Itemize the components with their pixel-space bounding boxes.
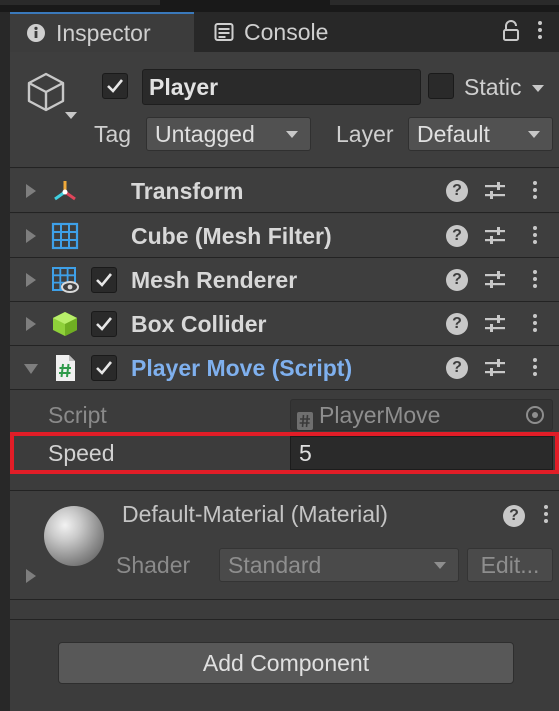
- foldout-arrow-icon[interactable]: [26, 569, 36, 583]
- help-icon[interactable]: ?: [446, 269, 468, 291]
- foldout-arrow-icon[interactable]: [26, 273, 36, 287]
- script-label: Script: [48, 402, 107, 428]
- help-icon[interactable]: ?: [446, 313, 468, 335]
- transform-icon: [51, 177, 79, 205]
- speed-property-row: Speed 5: [10, 432, 559, 474]
- script-property-row: Script PlayerMove: [10, 395, 559, 435]
- component-menu-icon[interactable]: [532, 270, 538, 288]
- script-icon: [51, 354, 79, 382]
- foldout-arrow-icon[interactable]: [26, 184, 36, 198]
- presets-icon[interactable]: [484, 314, 506, 339]
- object-header: Player Static Tag Untagged Layer Default: [10, 52, 559, 168]
- chevron-down-icon: [434, 562, 446, 569]
- help-icon[interactable]: ?: [446, 357, 468, 379]
- object-picker-icon[interactable]: [526, 406, 544, 424]
- tag-value: Untagged: [155, 121, 255, 147]
- divider: [10, 619, 559, 620]
- shader-dropdown[interactable]: Standard: [219, 548, 459, 582]
- component-menu-icon[interactable]: [532, 358, 538, 376]
- tab-console[interactable]: Console: [210, 12, 360, 52]
- component-mesh-renderer[interactable]: Mesh Renderer ?: [10, 258, 559, 302]
- active-checkbox[interactable]: [102, 73, 128, 99]
- component-menu-icon[interactable]: [532, 314, 538, 332]
- help-icon[interactable]: ?: [503, 505, 525, 527]
- component-menu-icon[interactable]: [532, 226, 538, 244]
- tab-inspector-label: Inspector: [56, 19, 151, 46]
- tab-inspector[interactable]: Inspector: [10, 12, 194, 52]
- tag-dropdown[interactable]: Untagged: [146, 117, 311, 151]
- static-dropdown[interactable]: Static: [464, 74, 544, 101]
- script-value: PlayerMove: [319, 402, 441, 428]
- presets-icon[interactable]: [484, 226, 506, 251]
- inspector-panel: Player Static Tag Untagged Layer Default…: [10, 52, 559, 711]
- layer-label: Layer: [336, 121, 394, 147]
- component-transform[interactable]: Transform ?: [10, 169, 559, 213]
- presets-icon[interactable]: [484, 181, 506, 206]
- tab-menu-icon[interactable]: [537, 21, 543, 39]
- top-strip-segment: [330, 0, 559, 5]
- icon-dropdown-caret[interactable]: [65, 112, 77, 119]
- layer-dropdown[interactable]: Default: [408, 117, 553, 151]
- script-object-field[interactable]: PlayerMove: [290, 399, 553, 431]
- presets-icon[interactable]: [484, 270, 506, 295]
- component-name: Player Move (Script): [131, 355, 353, 381]
- foldout-arrow-icon[interactable]: [26, 317, 36, 331]
- presets-icon[interactable]: [484, 358, 506, 383]
- foldout-arrow-icon[interactable]: [26, 229, 36, 243]
- static-checkbox[interactable]: [428, 73, 454, 99]
- tag-label: Tag: [94, 121, 132, 147]
- shader-value: Standard: [228, 552, 322, 578]
- component-name: Box Collider: [131, 311, 267, 337]
- add-component-button[interactable]: Add Component: [58, 642, 514, 684]
- lock-icon[interactable]: [501, 20, 521, 47]
- layer-value: Default: [417, 121, 490, 147]
- component-mesh-filter[interactable]: Cube (Mesh Filter) ?: [10, 214, 559, 258]
- gameobject-cube-icon[interactable]: [24, 70, 68, 119]
- object-name-field[interactable]: Player: [142, 69, 421, 105]
- help-icon[interactable]: ?: [446, 225, 468, 247]
- material-menu-icon[interactable]: [543, 505, 549, 523]
- help-icon[interactable]: ?: [446, 180, 468, 202]
- info-icon: [26, 23, 46, 43]
- edit-shader-button[interactable]: Edit...: [467, 548, 553, 582]
- component-box-collider[interactable]: Box Collider ?: [10, 302, 559, 346]
- shader-label: Shader: [116, 552, 191, 578]
- mesh-renderer-icon: [51, 266, 79, 294]
- tab-console-label: Console: [244, 18, 329, 45]
- component-enabled-checkbox[interactable]: [91, 311, 117, 337]
- component-enabled-checkbox[interactable]: [91, 355, 117, 381]
- component-name: Transform: [131, 178, 244, 204]
- component-name: Mesh Renderer: [131, 267, 298, 293]
- speed-label: Speed: [48, 440, 115, 466]
- chevron-down-icon: [286, 131, 298, 138]
- material-preview-sphere: [44, 506, 104, 566]
- component-menu-icon[interactable]: [532, 181, 538, 199]
- foldout-arrow-icon[interactable]: [24, 364, 38, 374]
- material-section: Default-Material (Material) ? Shader Sta…: [10, 490, 559, 600]
- component-name: Cube (Mesh Filter): [131, 223, 332, 249]
- chevron-down-icon: [528, 131, 540, 138]
- component-player-move-script[interactable]: Player Move (Script) ?: [10, 346, 559, 390]
- mesh-filter-icon: [51, 222, 79, 250]
- tab-bar: Inspector Console: [10, 12, 559, 52]
- chevron-down-icon: [531, 85, 544, 93]
- component-enabled-checkbox[interactable]: [91, 267, 117, 293]
- speed-input[interactable]: 5: [290, 436, 553, 470]
- top-strip-segment: [0, 0, 160, 5]
- static-label: Static: [464, 74, 522, 100]
- top-strip: [0, 0, 559, 12]
- box-collider-icon: [51, 310, 79, 338]
- console-icon: [214, 22, 234, 42]
- material-name: Default-Material (Material): [122, 501, 388, 527]
